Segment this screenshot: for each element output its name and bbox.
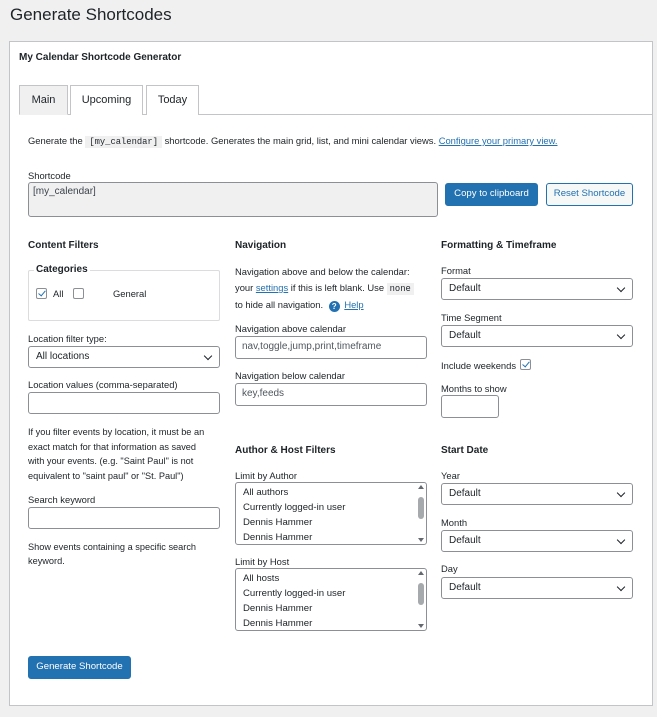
month-label: Month (441, 517, 468, 528)
category-general-checkbox[interactable] (73, 288, 84, 299)
scroll-up-icon[interactable] (418, 571, 424, 575)
day-value: Default (449, 582, 481, 593)
nav-below-label: Navigation below calendar (235, 370, 345, 381)
year-select[interactable]: Default (441, 483, 633, 505)
navigation-heading: Navigation (235, 240, 287, 251)
scroll-down-icon[interactable] (418, 538, 424, 542)
intro-pre: Generate the (28, 135, 83, 146)
nav-above-label: Navigation above calendar (235, 323, 347, 334)
chevron-down-icon (616, 283, 626, 293)
location-help-line: with your events. (e.g. "Saint Paul" is … (28, 456, 194, 466)
settings-link[interactable]: settings (256, 282, 288, 293)
list-item[interactable]: Currently logged-in user (236, 586, 426, 601)
intro-text: Generate the [my_calendar] shortcode. Ge… (28, 134, 558, 149)
host-scrollbar[interactable] (418, 571, 424, 628)
page-title: Generate Shortcodes (10, 5, 172, 24)
location-type-value: All locations (36, 351, 90, 362)
intro-post: shortcode. Generates the main grid, list… (164, 135, 437, 146)
limit-host-listbox[interactable]: All hosts Currently logged-in user Denni… (235, 568, 427, 631)
limit-host-label: Limit by Host (235, 556, 290, 567)
year-label: Year (441, 470, 460, 481)
scroll-thumb[interactable] (418, 583, 424, 605)
year-value: Default (449, 488, 481, 499)
formatting-heading: Formatting & Timeframe (441, 240, 557, 251)
chevron-down-icon (616, 488, 626, 498)
list-item[interactable]: Dennis Hammer (236, 530, 426, 544)
content-filters-heading: Content Filters (28, 240, 99, 251)
location-help-line: equivalent to "saint paul" or "St. Paul"… (28, 470, 184, 481)
limit-author-label: Limit by Author (235, 470, 298, 481)
location-values-input[interactable] (28, 392, 220, 414)
time-segment-value: Default (449, 330, 481, 341)
format-value: Default (449, 283, 481, 294)
navigation-desc-pre: your (235, 282, 254, 293)
shortcode-generator-panel: My Calendar Shortcode Generator Main Upc… (9, 41, 653, 706)
search-help-line: keyword. (28, 556, 65, 566)
time-segment-select[interactable]: Default (441, 325, 633, 347)
location-type-label: Location filter type: (28, 333, 107, 344)
chevron-down-icon (616, 582, 626, 592)
location-values-label: Location values (comma-separated) (28, 379, 178, 390)
chevron-down-icon (203, 351, 213, 361)
format-select[interactable]: Default (441, 278, 633, 300)
navigation-desc-mid: if this is left blank. Use (290, 282, 385, 293)
help-link[interactable]: Help (344, 299, 363, 310)
format-label: Format (441, 265, 471, 276)
reset-shortcode-button[interactable]: Reset Shortcode (546, 183, 633, 206)
limit-author-listbox[interactable]: All authors Currently logged-in user Den… (235, 482, 427, 545)
configure-primary-view-link[interactable]: Configure your primary view. (439, 135, 558, 146)
intro-shortcode-tag: [my_calendar] (85, 136, 162, 148)
none-code: none (386, 283, 414, 295)
location-help-line: If you filter events by location, it mus… (28, 427, 205, 437)
scroll-thumb[interactable] (418, 497, 424, 519)
tab-upcoming[interactable]: Upcoming (70, 85, 143, 115)
search-keyword-label: Search keyword (28, 494, 96, 505)
list-item[interactable]: All authors (236, 485, 426, 500)
include-weekends-checkbox[interactable] (520, 359, 531, 370)
category-general-label: General (113, 288, 147, 299)
day-label: Day (441, 563, 458, 574)
tab-today[interactable]: Today (146, 85, 199, 115)
shortcode-textarea[interactable]: [my_calendar] (28, 182, 438, 217)
months-to-show-label: Months to show (441, 383, 507, 394)
panel-title: My Calendar Shortcode Generator (19, 52, 182, 63)
copy-to-clipboard-button[interactable]: Copy to clipboard (445, 183, 538, 206)
author-host-heading: Author & Host Filters (235, 445, 336, 456)
help-icon[interactable]: ? (328, 301, 340, 312)
list-item[interactable]: Dennis Hammer (236, 515, 426, 530)
list-item[interactable]: Dennis Hammer (236, 616, 426, 630)
month-select[interactable]: Default (441, 530, 633, 552)
generate-shortcode-button[interactable]: Generate Shortcode (28, 656, 131, 679)
search-help-text: Show events containing a specific search… (28, 540, 228, 568)
chevron-down-icon (616, 535, 626, 545)
day-select[interactable]: Default (441, 577, 633, 599)
shortcode-label: Shortcode (28, 170, 71, 181)
tab-main[interactable]: Main (19, 85, 68, 115)
scroll-up-icon[interactable] (418, 485, 424, 489)
list-item[interactable]: All hosts (236, 571, 426, 586)
month-value: Default (449, 535, 481, 546)
nav-below-input[interactable]: key,feeds (235, 383, 427, 406)
navigation-desc-line: Navigation above and below the calendar: (235, 266, 410, 277)
navigation-desc-line: to hide all navigation. (235, 299, 324, 310)
category-all-label: All (53, 288, 64, 299)
location-type-select[interactable]: All locations (28, 346, 220, 368)
list-item[interactable]: Currently logged-in user (236, 500, 426, 515)
nav-above-input[interactable]: nav,toggle,jump,print,timeframe (235, 336, 427, 359)
scroll-down-icon[interactable] (418, 624, 424, 628)
months-to-show-input[interactable] (441, 395, 499, 418)
navigation-description: Navigation above and below the calendar:… (235, 264, 435, 313)
include-weekends-label: Include weekends (441, 360, 517, 371)
list-item[interactable]: Dennis Hammer (236, 601, 426, 616)
search-help-line: Show events containing a specific search (28, 542, 197, 552)
author-scrollbar[interactable] (418, 485, 424, 542)
location-help-text: If you filter events by location, it mus… (28, 425, 228, 483)
location-help-line: exact match for that information as save… (28, 441, 197, 452)
time-segment-label: Time Segment (441, 312, 502, 323)
start-date-heading: Start Date (441, 445, 489, 456)
category-all-checkbox[interactable] (36, 288, 47, 299)
categories-legend: Categories (34, 264, 90, 275)
chevron-down-icon (616, 330, 626, 340)
search-keyword-input[interactable] (28, 507, 220, 529)
